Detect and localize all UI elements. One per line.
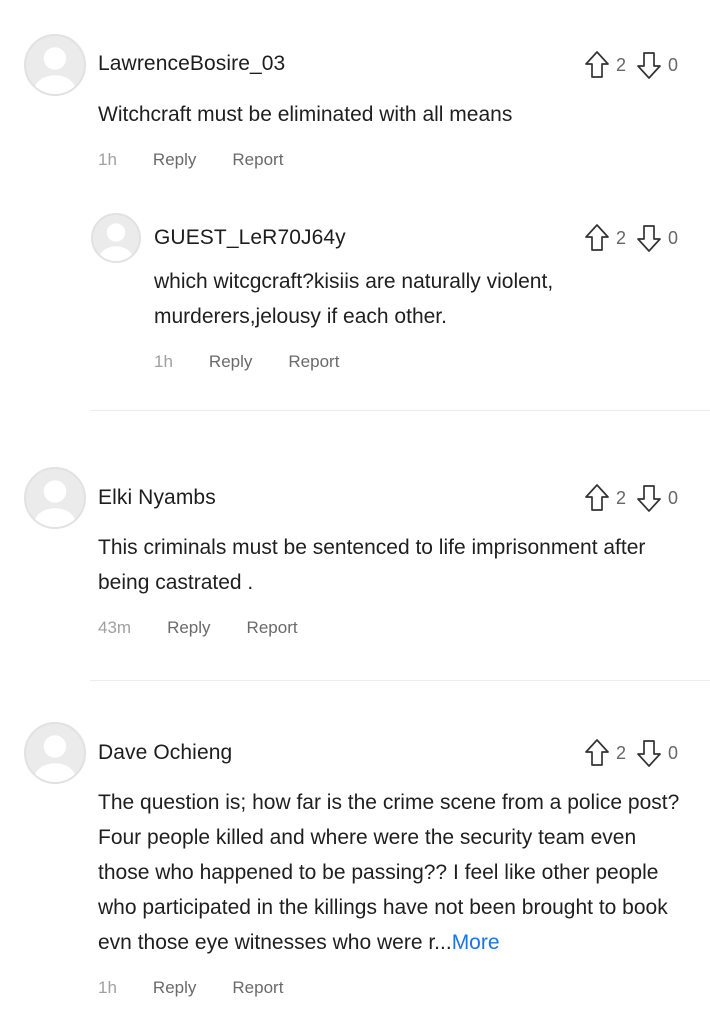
report-button[interactable]: Report — [247, 618, 298, 638]
user-avatar-icon — [34, 735, 76, 782]
comment-meta: 43m Reply Report — [98, 618, 334, 638]
upvote-count: 2 — [615, 227, 626, 248]
more-link[interactable]: More — [452, 931, 500, 954]
vote-group: 2 0 — [584, 737, 678, 769]
comment-author[interactable]: GUEST_LeR70J64y — [154, 226, 346, 250]
comment-author[interactable]: Dave Ochieng — [98, 741, 232, 765]
reply-button[interactable]: Reply — [153, 150, 196, 170]
downvote-count: 0 — [667, 742, 678, 763]
downvote-count: 0 — [667, 54, 678, 75]
comment-text-body: The question is; how far is the crime sc… — [98, 791, 680, 954]
comment-meta: 1h Reply Report — [98, 978, 319, 998]
avatar[interactable] — [24, 722, 86, 784]
report-button[interactable]: Report — [288, 352, 339, 372]
divider — [90, 410, 710, 411]
reply-button[interactable]: Reply — [209, 352, 252, 372]
upvote-count: 2 — [615, 54, 626, 75]
report-button[interactable]: Report — [232, 150, 283, 170]
divider — [90, 680, 710, 681]
vote-group: 2 0 — [584, 49, 678, 81]
downvote-count: 0 — [667, 227, 678, 248]
upvote-count: 2 — [615, 742, 626, 763]
avatar[interactable] — [24, 467, 86, 529]
avatar[interactable] — [24, 34, 86, 96]
downvote-icon[interactable] — [636, 50, 662, 80]
upvote-icon[interactable] — [584, 483, 610, 513]
user-avatar-icon — [99, 223, 133, 261]
vote-group: 2 0 — [584, 482, 678, 514]
upvote-icon[interactable] — [584, 223, 610, 253]
comment-author[interactable]: Elki Nyambs — [98, 486, 216, 510]
upvote-count: 2 — [615, 487, 626, 508]
comment-author[interactable]: LawrenceBosire_03 — [98, 52, 285, 76]
comment-time: 1h — [154, 352, 173, 371]
downvote-count: 0 — [667, 487, 678, 508]
comment-text: This criminals must be sentenced to life… — [98, 536, 646, 594]
comment-meta: 1h Reply Report — [98, 150, 319, 170]
upvote-icon[interactable] — [584, 50, 610, 80]
downvote-icon[interactable] — [636, 738, 662, 768]
upvote-icon[interactable] — [584, 738, 610, 768]
comment-text: The question is; how far is the crime sc… — [98, 785, 683, 960]
report-button[interactable]: Report — [232, 978, 283, 998]
user-avatar-icon — [34, 47, 76, 94]
comment-meta: 1h Reply Report — [154, 352, 375, 372]
downvote-icon[interactable] — [636, 483, 662, 513]
vote-group: 2 0 — [584, 222, 678, 254]
user-avatar-icon — [34, 480, 76, 527]
comment-text: which witcgcraft?kisiis are naturally vi… — [154, 270, 554, 328]
reply-button[interactable]: Reply — [153, 978, 196, 998]
comment-time: 1h — [98, 150, 117, 169]
comment-time: 1h — [98, 978, 117, 997]
reply-button[interactable]: Reply — [167, 618, 210, 638]
avatar[interactable] — [91, 213, 141, 263]
comment-text: Witchcraft must be eliminated with all m… — [98, 103, 513, 126]
comment-time: 43m — [98, 618, 132, 637]
downvote-icon[interactable] — [636, 223, 662, 253]
